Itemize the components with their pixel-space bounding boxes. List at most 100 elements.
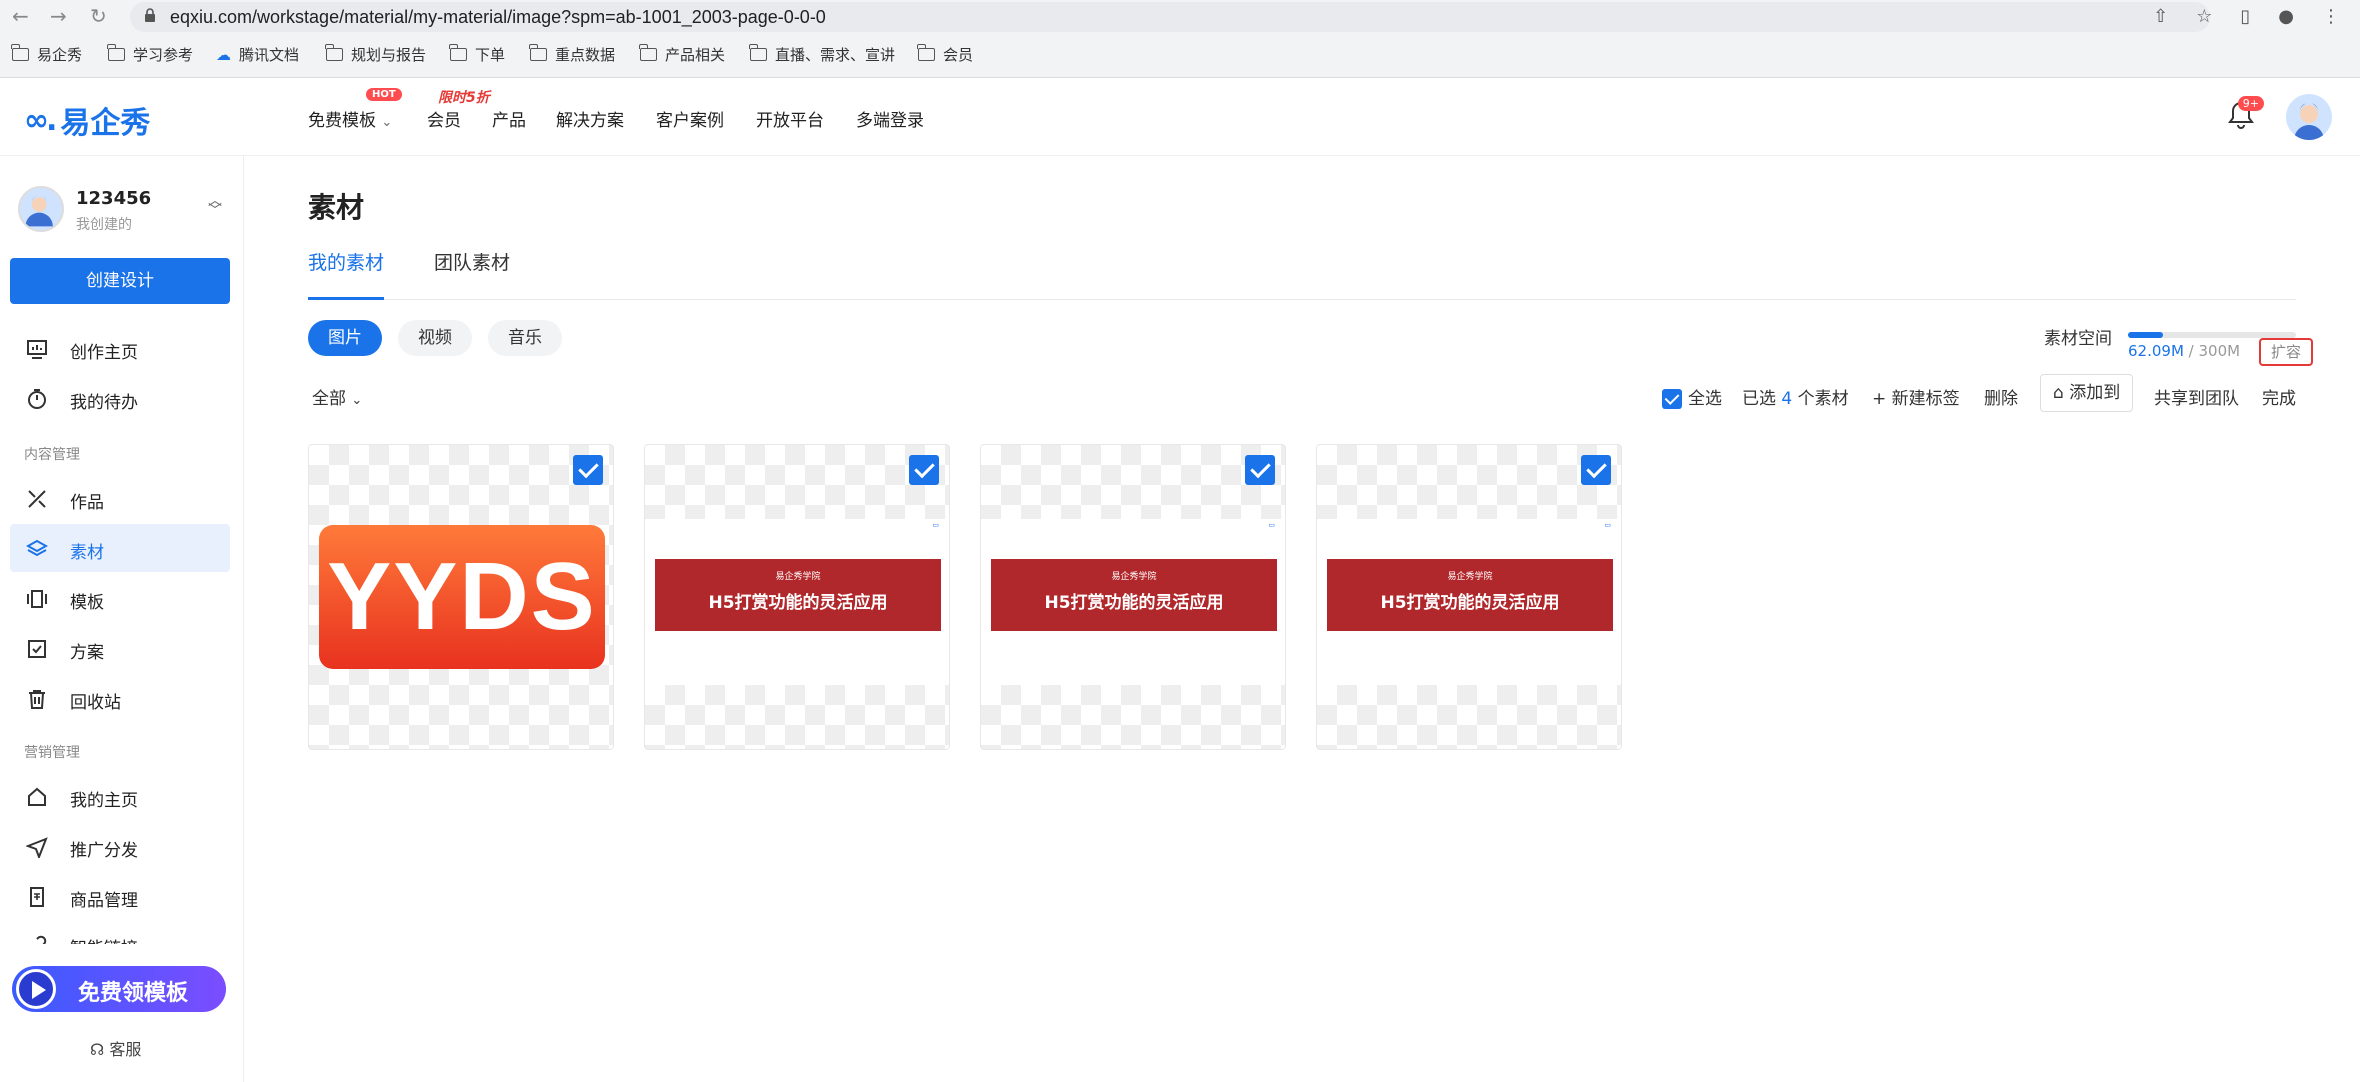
nav-cases[interactable]: 客户案例: [656, 106, 724, 131]
url-text: eqxiu.com/workstage/material/my-material…: [170, 7, 826, 27]
nav-product[interactable]: 产品: [492, 106, 526, 131]
filter-pill-music[interactable]: 音乐: [488, 320, 562, 356]
bookmark-item[interactable]: 产品相关: [639, 44, 725, 65]
bookmark-item[interactable]: 会员: [917, 44, 973, 65]
bookmark-item[interactable]: 规划与报告: [325, 44, 426, 65]
banner-small-text: 易企秀学院: [1111, 572, 1157, 582]
user-scope: 我创建的: [76, 217, 132, 233]
material-thumbnail: 易企秀学院 H5打赏功能的灵活应用: [655, 559, 941, 631]
logo-text: 易企秀: [60, 106, 151, 141]
chevron-down-icon: ⌄: [351, 393, 363, 408]
menu-icon[interactable]: ⋮: [2322, 6, 2340, 27]
material-card[interactable]: ▭ 易企秀学院 H5打赏功能的灵活应用: [980, 444, 1286, 750]
folder-icon: [325, 44, 343, 61]
browser-chrome: ← → ↻ eqxiu.com/workstage/material/my-ma…: [0, 0, 2360, 78]
bookmark-item[interactable]: 直播、需求、宣讲: [749, 44, 895, 65]
nav-open-platform[interactable]: 开放平台: [756, 106, 824, 131]
sidebar-item-my-homepage[interactable]: 我的主页: [10, 772, 230, 820]
card-checkbox-checked-icon[interactable]: [909, 455, 939, 485]
banner-small-text: 易企秀学院: [1447, 572, 1493, 582]
bookmark-item[interactable]: 下单: [449, 44, 505, 65]
tab-team-materials[interactable]: 团队素材: [434, 248, 510, 300]
material-card[interactable]: ▭ 易企秀学院 H5打赏功能的灵活应用: [644, 444, 950, 750]
sidebar-item-home[interactable]: 创作主页: [10, 324, 230, 372]
sidebar-item-label: 模板: [70, 593, 104, 613]
add-to-button[interactable]: ⌂ 添加到: [2040, 374, 2134, 412]
material-thumbnail: 易企秀学院 H5打赏功能的灵活应用: [1327, 559, 1613, 631]
top-nav: ∞. 易企秀 免费模板 ⌄ HOT 会员 限时5折 产品 解决方案 客户案例 开…: [0, 78, 2360, 156]
sidebar-item-works[interactable]: 作品: [10, 474, 230, 522]
folder-icon: [529, 44, 547, 61]
bookmark-item[interactable]: 易企秀: [11, 44, 82, 65]
switch-chevron-icon[interactable]: ︿ ﹀: [208, 194, 222, 218]
reload-icon[interactable]: ↻: [90, 4, 107, 28]
avatar[interactable]: [2286, 94, 2332, 140]
bookmark-item[interactable]: 学习参考: [107, 44, 193, 65]
expand-storage-button[interactable]: 扩容: [2259, 338, 2313, 366]
done-button[interactable]: 完成: [2262, 384, 2296, 409]
template-icon: [27, 590, 47, 608]
folder-icon: [11, 44, 29, 61]
share-icon[interactable]: ⇧: [2153, 6, 2168, 27]
service-label: 客服: [109, 1040, 142, 1059]
storage-total: 300M: [2198, 342, 2241, 360]
select-all-label: 全选: [1688, 389, 1722, 409]
forward-icon[interactable]: →: [50, 4, 67, 28]
star-icon[interactable]: ☆: [2196, 6, 2212, 27]
nav-multi-login[interactable]: 多端登录: [856, 106, 924, 131]
create-design-button[interactable]: 创建设计: [10, 258, 230, 304]
delete-button[interactable]: 删除: [1984, 384, 2018, 409]
select-all-checkbox[interactable]: 全选: [1662, 384, 1722, 409]
filter-pill-images[interactable]: 图片: [308, 320, 382, 356]
sidebar: 123456 我创建的 ︿ ﹀ 创建设计 创作主页 我的待办 内容管理 作品 素材…: [0, 156, 244, 1082]
logo[interactable]: ∞. 易企秀: [24, 98, 150, 142]
share-to-team-button[interactable]: 共享到团队: [2154, 384, 2239, 409]
new-tag-button[interactable]: + 新建标签: [1872, 384, 1960, 409]
card-checkbox-checked-icon[interactable]: [1245, 455, 1275, 485]
customer-service-link[interactable]: ☊ 客服: [90, 1036, 141, 1060]
bookmark-item[interactable]: 重点数据: [529, 44, 615, 65]
sidebar-item-label: 推广分发: [70, 841, 138, 861]
nav-free-templates[interactable]: 免费模板 ⌄: [308, 106, 392, 131]
sidebar-item-label: 方案: [70, 643, 104, 663]
hot-badge: HOT: [366, 88, 402, 101]
sidebar-item-plans[interactable]: 方案: [10, 624, 230, 672]
card-checkbox-checked-icon[interactable]: [573, 455, 603, 485]
sale-badge: 限时5折: [438, 90, 490, 106]
promo-label: 免费领模板: [78, 981, 189, 1006]
bookmark-item[interactable]: ☁ 腾讯文档: [216, 44, 299, 65]
sidebar-item-label: 智能链接: [70, 934, 138, 944]
selected-count-text: 已选 4 个素材: [1742, 389, 1849, 409]
sidebar-item-distribution[interactable]: 推广分发: [10, 822, 230, 870]
material-thumbnail: YYDS: [319, 525, 605, 669]
nav-member[interactable]: 会员: [427, 106, 461, 131]
banner-title: H5打赏功能的灵活应用: [1380, 593, 1560, 613]
material-card[interactable]: ▭ 易企秀学院 H5打赏功能的灵活应用: [1316, 444, 1622, 750]
sidebar-item-label: 素材: [70, 543, 104, 563]
free-template-promo-button[interactable]: 免费领模板: [12, 966, 226, 1012]
back-icon[interactable]: ←: [12, 4, 29, 28]
tab-my-materials[interactable]: 我的素材: [308, 248, 385, 300]
dashboard-icon: [27, 340, 47, 359]
sidebar-item-label: 我的待办: [70, 393, 138, 413]
sidebar-item-products[interactable]: 商品管理: [10, 872, 230, 920]
cloud-icon: ☁: [216, 45, 231, 64]
sidebar-item-trash[interactable]: 回收站: [10, 674, 230, 722]
filter-pill-videos[interactable]: 视频: [398, 320, 472, 356]
material-card[interactable]: YYDS: [308, 444, 614, 750]
nav-solutions[interactable]: 解决方案: [556, 106, 624, 131]
sidebar-item-smart-link[interactable]: 智能链接: [10, 920, 230, 944]
address-row: ← → ↻ eqxiu.com/workstage/material/my-ma…: [0, 0, 2360, 34]
sidepanel-icon[interactable]: ▯: [2240, 6, 2250, 27]
profile-icon[interactable]: ●: [2278, 6, 2294, 27]
address-bar[interactable]: eqxiu.com/workstage/material/my-material…: [130, 2, 2210, 32]
card-checkbox-checked-icon[interactable]: [1581, 455, 1611, 485]
page-title: 素材: [308, 191, 365, 224]
sidebar-item-materials[interactable]: 素材: [10, 524, 230, 572]
material-tabs: 我的素材 团队素材: [308, 248, 2296, 300]
category-dropdown[interactable]: 全部 ⌄: [312, 384, 362, 409]
material-thumbnail: 易企秀学院 H5打赏功能的灵活应用: [991, 559, 1277, 631]
sidebar-item-templates[interactable]: 模板: [10, 574, 230, 622]
user-switcher[interactable]: 123456 我创建的 ︿ ﹀: [18, 186, 228, 242]
sidebar-item-todo[interactable]: 我的待办: [10, 374, 230, 422]
